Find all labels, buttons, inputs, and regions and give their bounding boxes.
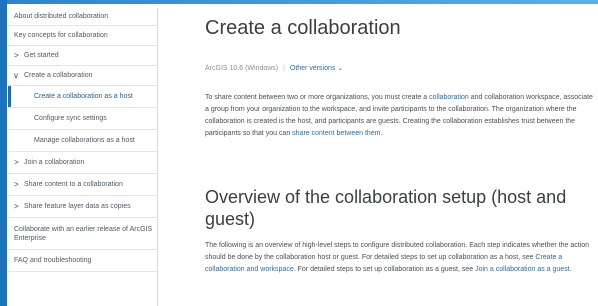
chevron-right-icon: > — [14, 158, 19, 167]
sidebar-item-label: FAQ and troubleshooting — [14, 257, 92, 264]
sidebar-item-6[interactable]: Manage collaborations as a host — [8, 130, 157, 152]
sidebar-item-9[interactable]: > Share feature layer data as copies — [8, 196, 157, 218]
sidebar-item-0[interactable]: About distributed collaboration — [8, 8, 157, 26]
sidebar-item-label: About distributed collaboration — [14, 13, 109, 20]
chevron-down-icon: v — [14, 71, 18, 80]
sidebar-item-label: Create a collaboration as a host — [34, 93, 133, 100]
version-separator: | — [283, 65, 285, 72]
sidebar-nav: About distributed collaboration Key conce… — [8, 8, 158, 306]
sidebar-item-label: Manage collaborations as a host — [34, 137, 135, 144]
join-as-guest-link[interactable]: Join a collaboration as a guest — [475, 266, 570, 273]
version-label: ArcGIS 10.6 (Windows) — [205, 65, 279, 72]
overview-text-2: . For detailed steps to set up collabora… — [293, 266, 476, 273]
sidebar-item-2[interactable]: > Get started — [8, 46, 157, 66]
sidebar-item-3[interactable]: v Create a collaboration — [8, 66, 157, 86]
share-content-link[interactable]: share content between them — [292, 130, 380, 137]
other-versions-label: Other versions — [289, 65, 336, 72]
overview-heading: Overview of the collaboration setup (hos… — [205, 187, 567, 229]
chevron-right-icon: > — [14, 180, 19, 189]
chevron-right-icon: > — [14, 202, 19, 211]
sidebar-item-label: Create a collaboration — [24, 72, 93, 79]
overview-text-3: . — [569, 266, 572, 273]
sidebar-item-5[interactable]: Configure sync settings — [8, 108, 157, 130]
sidebar-item-label: Key concepts for collaboration — [14, 32, 108, 39]
sidebar-item-label: Collaborate with an earlier release of A… — [14, 225, 153, 242]
sidebar-item-label: Share feature layer data as copies — [24, 203, 131, 210]
version-row: ArcGIS 10.6 (Windows) | Other versions ⌄ — [205, 64, 343, 72]
sidebar-item-10[interactable]: Collaborate with an earlier release of A… — [8, 218, 157, 250]
intro-text-3: . — [380, 130, 383, 137]
sidebar-item-label: Join a collaboration — [24, 159, 85, 166]
chevron-right-icon: > — [14, 51, 19, 60]
collaboration-link[interactable]: collaboration — [429, 94, 469, 101]
sidebar-item-4[interactable]: Create a collaboration as a host — [8, 86, 157, 108]
sidebar-item-label: Share content to a collaboration — [24, 181, 123, 188]
sidebar-item-1[interactable]: Key concepts for collaboration — [8, 26, 157, 46]
sidebar-item-7[interactable]: > Join a collaboration — [8, 152, 157, 174]
page-title: Create a collaboration — [205, 17, 401, 39]
intro-paragraph: To share content between two or more org… — [205, 92, 595, 140]
overview-text-1: The following is an overview of high-lev… — [205, 242, 590, 261]
chevron-down-icon: ⌄ — [337, 65, 344, 72]
overview-paragraph: The following is an overview of high-lev… — [205, 240, 595, 276]
sidebar-item-label: Get started — [24, 52, 59, 59]
sidebar-item-label: Configure sync settings — [34, 115, 107, 122]
other-versions-link[interactable]: Other versions ⌄ — [290, 65, 343, 72]
sidebar-item-8[interactable]: > Share content to a collaboration — [8, 174, 157, 196]
intro-text-1: To share content between two or more org… — [205, 94, 430, 101]
sidebar-item-11[interactable]: FAQ and troubleshooting — [8, 250, 157, 272]
